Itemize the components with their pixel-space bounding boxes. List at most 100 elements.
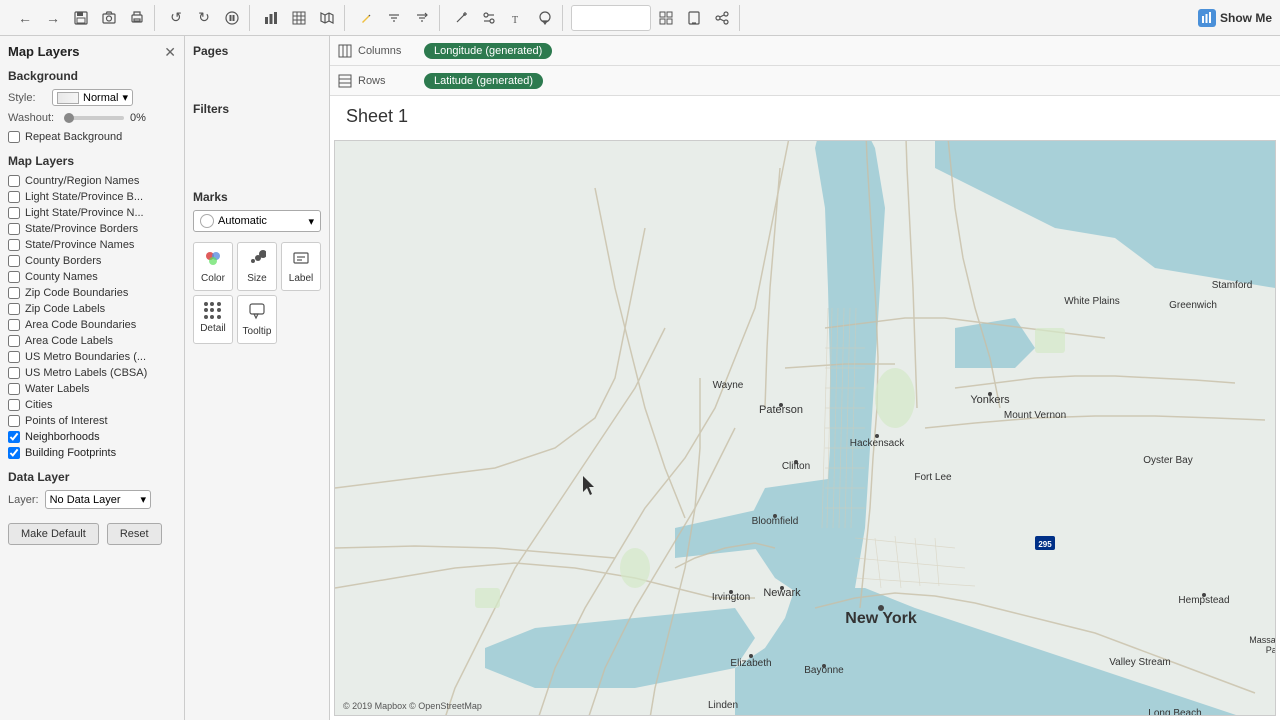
tooltip-mark-button[interactable]: Tooltip — [237, 295, 277, 344]
columns-pill[interactable]: Longitude (generated) — [424, 43, 552, 59]
redo-button[interactable]: ↻ — [191, 5, 217, 31]
text-btn[interactable]: T — [504, 5, 530, 31]
layer-checkbox-6[interactable] — [8, 271, 20, 283]
sheet-area: Sheet 1 — [330, 96, 1280, 720]
annotation-btn[interactable] — [448, 5, 474, 31]
tooltip2-btn[interactable] — [532, 5, 558, 31]
camera-button[interactable] — [96, 5, 122, 31]
size-mark-icon — [248, 249, 266, 270]
marks-label: Marks — [193, 190, 321, 204]
device2-btn[interactable] — [681, 5, 707, 31]
chart-btn[interactable] — [258, 5, 284, 31]
pause-button[interactable] — [219, 5, 245, 31]
layer-row-9: Area Code Boundaries — [8, 318, 176, 332]
forward-button[interactable]: → — [40, 5, 66, 31]
cursor — [583, 476, 593, 486]
layer-checkbox-13[interactable] — [8, 383, 20, 395]
layer-checkbox-14[interactable] — [8, 399, 20, 411]
style-value: Normal — [83, 92, 118, 104]
layer-row-4: State/Province Names — [8, 238, 176, 252]
layer-checkbox-16[interactable] — [8, 431, 20, 443]
repeat-background-row: Repeat Background — [8, 130, 176, 144]
svg-text:Long Beach: Long Beach — [1148, 708, 1201, 715]
layer-checkbox-1[interactable] — [8, 191, 20, 203]
make-default-button[interactable]: Make Default — [8, 523, 99, 545]
layer-checkbox-12[interactable] — [8, 367, 20, 379]
layer-checkbox-11[interactable] — [8, 351, 20, 363]
svg-text:Linden: Linden — [708, 700, 738, 711]
data-layer-dropdown[interactable]: No Data Layer ▾ — [45, 490, 151, 509]
detail-mark-icon — [204, 302, 222, 320]
tooltip-btn-label: Tooltip — [243, 326, 272, 337]
save-button[interactable] — [68, 5, 94, 31]
columns-icon — [338, 44, 352, 58]
size-mark-button[interactable]: Size — [237, 242, 277, 291]
color-mark-icon — [204, 249, 222, 270]
style-label: Style: — [8, 92, 46, 104]
layer-checkbox-9[interactable] — [8, 319, 20, 331]
layer-label-2: Light State/Province N... — [25, 207, 144, 219]
repeat-background-checkbox[interactable] — [8, 131, 20, 143]
map-container[interactable]: 295 New York Newark Yonkers Paterson Mou… — [334, 140, 1276, 716]
toolbar-device-group — [567, 5, 740, 31]
label-mark-button[interactable]: Label — [281, 242, 321, 291]
layer-checkbox-17[interactable] — [8, 447, 20, 459]
sheet-title: Sheet 1 — [330, 96, 1280, 133]
table-btn[interactable] — [286, 5, 312, 31]
rows-label: Rows — [358, 75, 418, 87]
filter-sort-btn[interactable] — [381, 5, 407, 31]
back-button[interactable]: ← — [12, 5, 38, 31]
show-me-icon — [1198, 9, 1216, 27]
map-btn[interactable] — [314, 5, 340, 31]
layer-checkbox-3[interactable] — [8, 223, 20, 235]
svg-text:Fort Lee: Fort Lee — [914, 472, 952, 483]
share-btn[interactable] — [709, 5, 735, 31]
layer-label-7: Zip Code Boundaries — [25, 287, 128, 299]
map-svg: 295 New York Newark Yonkers Paterson Mou… — [335, 141, 1275, 715]
slider-thumb — [64, 113, 74, 123]
layer-label-12: US Metro Labels (CBSA) — [25, 367, 147, 379]
style-dropdown[interactable]: Normal ▾ — [52, 89, 133, 106]
layer-checkbox-7[interactable] — [8, 287, 20, 299]
color-mark-button[interactable]: Color — [193, 242, 233, 291]
layer-checkbox-8[interactable] — [8, 303, 20, 315]
washout-slider[interactable] — [64, 116, 124, 120]
highlight-btn[interactable] — [353, 5, 379, 31]
clip-btn[interactable] — [476, 5, 502, 31]
marks-type-dropdown[interactable]: Automatic ▾ — [193, 210, 321, 232]
style-row: Style: Normal ▾ — [8, 89, 176, 106]
device-btn[interactable] — [571, 5, 651, 31]
columns-label: Columns — [358, 45, 418, 57]
layer-checkbox-5[interactable] — [8, 255, 20, 267]
svg-text:Elizabeth: Elizabeth — [730, 658, 771, 669]
reset-button[interactable]: Reset — [107, 523, 162, 545]
rows-pill[interactable]: Latitude (generated) — [424, 73, 543, 89]
detail-mark-button[interactable]: Detail — [193, 295, 233, 344]
toolbar-annotation-group: T — [444, 5, 563, 31]
svg-text:Hackensack: Hackensack — [850, 438, 905, 449]
layer-label-8: Zip Code Labels — [25, 303, 105, 315]
close-panel-button[interactable]: ✕ — [164, 45, 176, 59]
undo-button[interactable]: ↺ — [163, 5, 189, 31]
layer-checkbox-10[interactable] — [8, 335, 20, 347]
layer-row-14: Cities — [8, 398, 176, 412]
layer-label-1: Light State/Province B... — [25, 191, 143, 203]
show-me-button[interactable]: Show Me — [1198, 9, 1272, 27]
layer-label-9: Area Code Boundaries — [25, 319, 136, 331]
layer-checkbox-4[interactable] — [8, 239, 20, 251]
svg-text:Oyster Bay: Oyster Bay — [1143, 455, 1192, 466]
print-button[interactable] — [124, 5, 150, 31]
layer-checkbox-15[interactable] — [8, 415, 20, 427]
grid2-btn[interactable] — [653, 5, 679, 31]
data-layer-row: Layer: No Data Layer ▾ — [8, 490, 176, 509]
layer-row-7: Zip Code Boundaries — [8, 286, 176, 300]
layer-row-1: Light State/Province B... — [8, 190, 176, 204]
content-area: Columns Longitude (generated) Rows Latit… — [330, 36, 1280, 720]
svg-text:Massapequa: Massapequa — [1249, 635, 1275, 645]
sort-desc-btn[interactable] — [409, 5, 435, 31]
svg-text:Stamford: Stamford — [1212, 280, 1253, 291]
layer-checkbox-0[interactable] — [8, 175, 20, 187]
label-btn-label: Label — [289, 273, 313, 284]
layer-label-14: Cities — [25, 399, 53, 411]
layer-checkbox-2[interactable] — [8, 207, 20, 219]
